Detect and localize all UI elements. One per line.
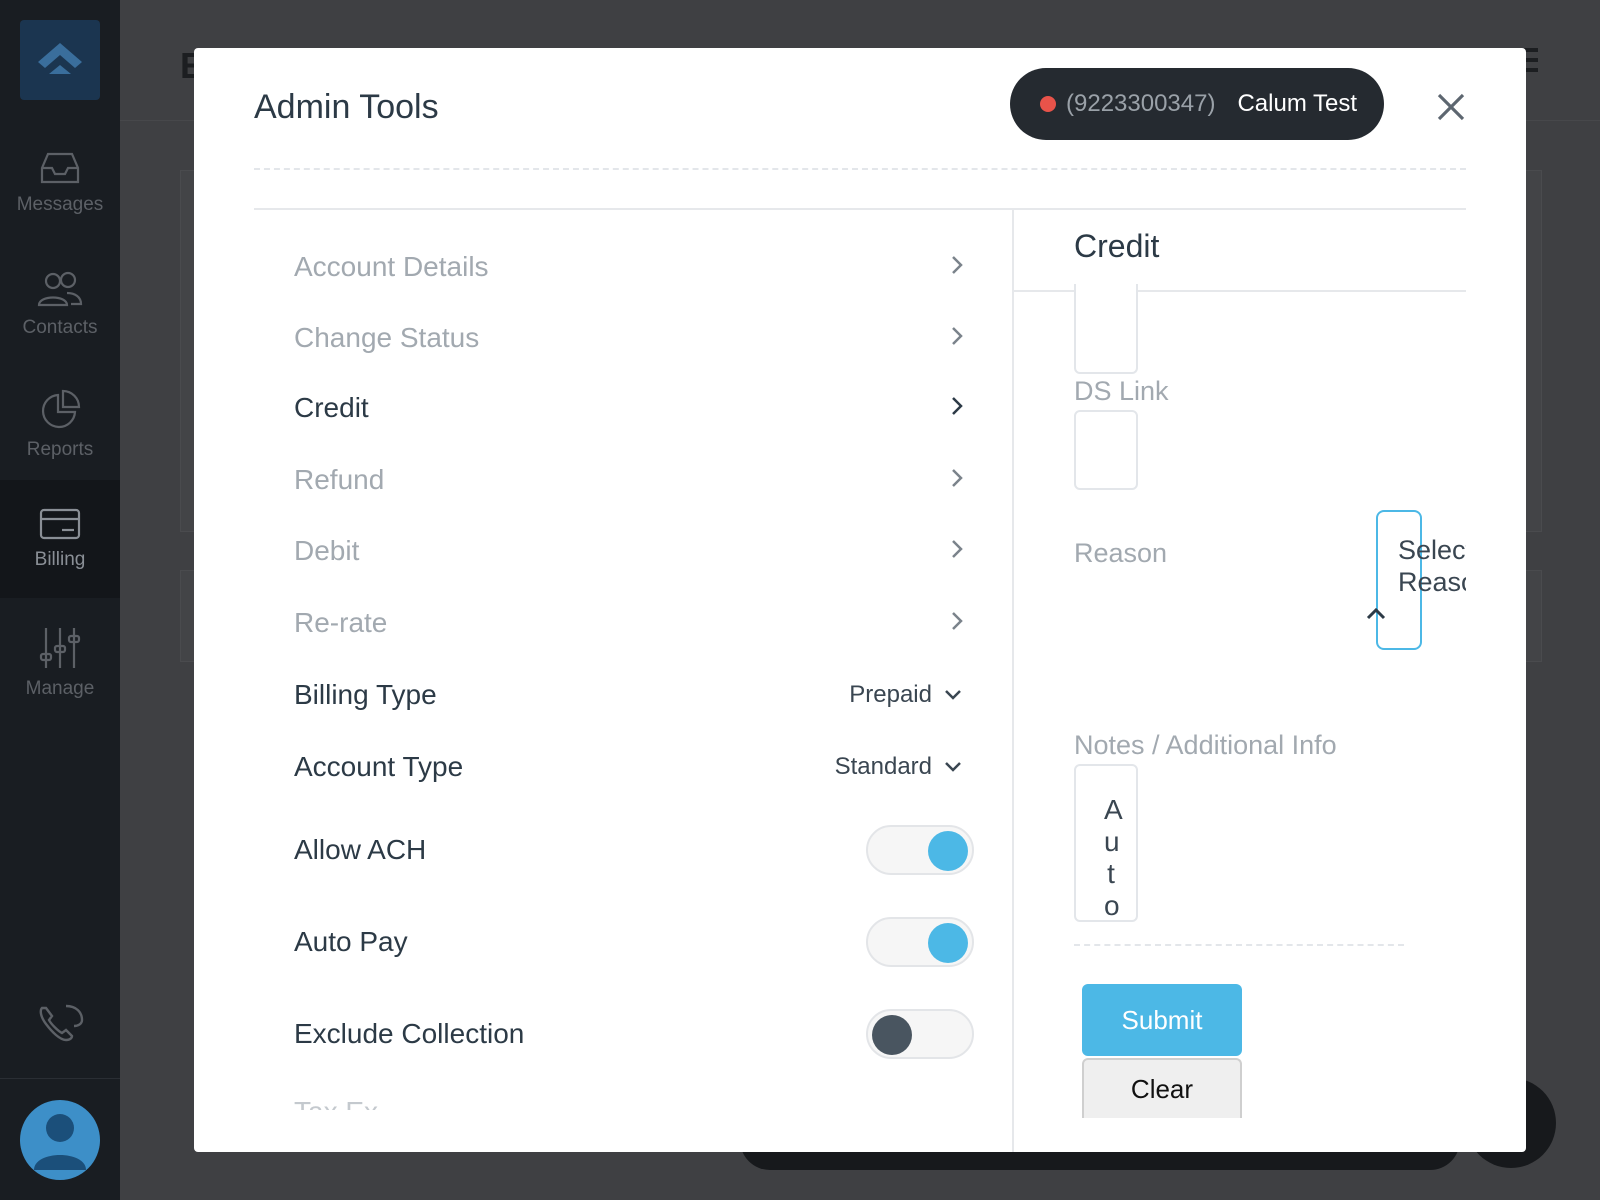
modal-title: Admin Tools [254,88,439,126]
menu-item-label: Credit [294,392,369,423]
app-sidebar: Messages Contacts Reports Billing Manage [0,0,120,1200]
notes-char: o [1104,890,1120,921]
people-icon [37,271,83,307]
menu-item-label: Refund [294,464,385,495]
menu-item-label: Debit [294,535,360,566]
billing-type-select[interactable]: Prepaid [849,681,962,709]
menu-item-label: Re-rate [294,607,388,638]
menu-item-refund[interactable]: Refund [294,455,964,505]
submit-button[interactable]: Submit [1082,984,1242,1056]
notes-char: t [1107,858,1115,889]
auto-pay-toggle[interactable] [866,917,974,967]
inbox-icon [40,152,80,184]
menu-item-label: Change Status [294,322,480,353]
toggle-knob [928,923,968,963]
reason-placeholder-line: Select [1398,535,1466,565]
allow-ach-label: Allow ACH [294,834,427,865]
sidebar-item-contacts[interactable]: Contacts [0,250,120,360]
menu-item-credit[interactable]: Credit [294,383,964,433]
auto-pay-row: Auto Pay [294,917,974,967]
sidebar-item-label: Reports [26,439,94,460]
content-divider [254,208,1466,210]
exclude-collection-row: Exclude Collection [294,1009,974,1059]
sidebar-item-manage[interactable]: Manage [0,608,120,718]
avatar[interactable] [20,1100,100,1180]
menu-item-re-rate[interactable]: Re-rate [294,598,964,648]
chevron-right-icon [950,464,964,496]
cut-off-settings-row: Tax Ex [294,1088,494,1110]
account-type-value: Standard [834,753,932,780]
chevron-right-icon [950,392,964,424]
user-avatar-icon [34,1114,86,1170]
close-button[interactable] [1434,90,1468,124]
chevron-down-icon [945,690,961,700]
header-divider [254,168,1466,170]
allow-ach-toggle[interactable] [866,825,974,875]
account-type-label: Account Type [294,751,464,782]
allow-ach-row: Allow ACH [294,825,974,875]
exclude-collection-toggle[interactable] [866,1009,974,1059]
account-type-row: Account Type Standard [294,742,962,792]
chevron-down-icon [945,762,961,772]
status-dot [1040,96,1056,112]
amount-input[interactable] [1074,284,1138,374]
chevron-right-icon [950,607,964,639]
ds-link-label: DS Link [1074,376,1169,406]
chevron-right-icon [950,535,964,567]
sidebar-item-label: Messages [16,194,104,215]
user-name: Calum Test [1237,90,1358,117]
billing-type-value: Prepaid [849,681,932,708]
notes-label: Notes / Additional Info [1074,730,1337,760]
billing-type-row: Billing Type Prepaid [294,670,962,720]
cut-off-label: Tax Ex [294,1096,494,1110]
sliders-icon [39,628,81,668]
chevron-up-icon [1366,606,1386,625]
logo-chevron-icon [38,43,82,74]
toggle-knob [872,1015,912,1055]
menu-item-debit[interactable]: Debit [294,526,964,576]
clear-button[interactable]: Clear [1082,1058,1242,1118]
phone-icon[interactable] [36,1002,86,1051]
panel-title: Credit [1074,228,1160,264]
column-divider [1012,208,1014,1152]
notes-char: u [1104,826,1120,857]
app-logo[interactable] [20,20,100,100]
chevron-right-icon [950,322,964,354]
notes-char: A [1104,794,1123,825]
sidebar-item-label: Manage [25,678,95,699]
user-phone: (9223300347) [1066,90,1216,117]
menu-item-account-details[interactable]: Account Details [294,242,964,292]
exclude-collection-label: Exclude Collection [294,1018,525,1049]
user-pill: (9223300347) Calum Test [1010,68,1384,140]
menu-item-change-status[interactable]: Change Status [294,313,964,363]
reason-label: Reason [1074,538,1168,568]
sidebar-divider [0,1078,120,1079]
notes-value: A u t o [1104,794,1123,922]
pie-chart-icon [41,389,81,429]
sidebar-item-billing[interactable]: Billing [0,480,120,598]
admin-tools-modal: Admin Tools (9223300347) Calum Test Acco… [194,48,1526,1152]
sidebar-item-label: Billing [34,549,86,570]
billing-type-label: Billing Type [294,679,437,710]
menu-item-label: Account Details [294,251,489,282]
credit-card-icon [39,508,81,540]
sidebar-item-reports[interactable]: Reports [0,370,120,480]
notes-divider [1074,944,1404,946]
reason-placeholder: Select Reason [1398,534,1466,598]
reason-placeholder-line: Reason [1398,567,1466,597]
chevron-right-icon [950,251,964,283]
close-icon [1437,93,1465,121]
ds-link-input[interactable] [1074,410,1138,490]
account-type-select[interactable]: Standard [835,753,962,781]
toggle-knob [928,831,968,871]
auto-pay-label: Auto Pay [294,926,408,957]
sidebar-item-messages[interactable]: Messages [0,128,120,238]
sidebar-item-label: Contacts [22,317,98,338]
